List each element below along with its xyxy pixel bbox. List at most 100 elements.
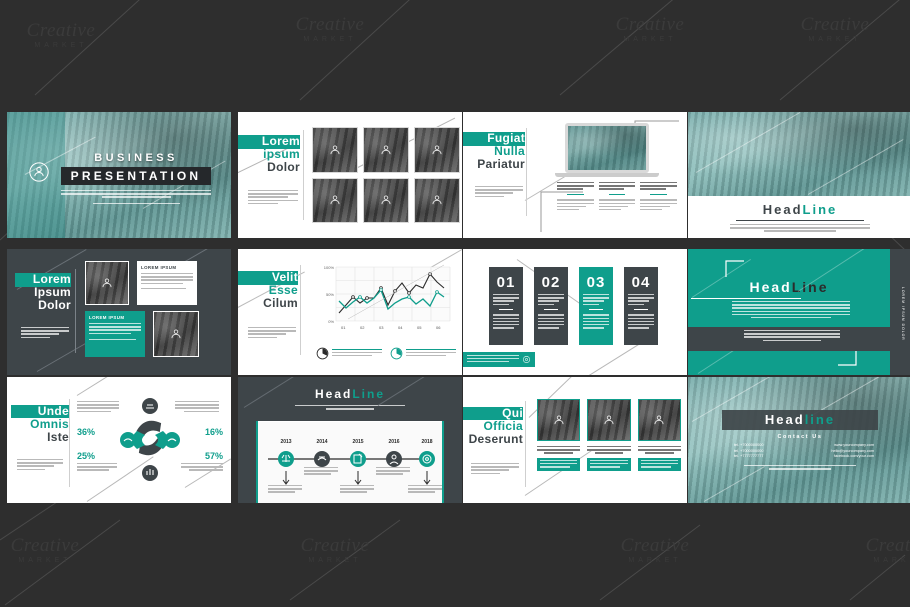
slide-thumbnail-fugiat-nulla-pariatur[interactable]: Fugiat Nulla Pariatur — [463, 112, 687, 238]
card-white[interactable]: LOREM IPSUM — [137, 261, 197, 305]
step-number: 04 — [631, 274, 651, 291]
contact-phone-list: tel. +7000000000 tel. +7000000000 tel. +… — [734, 443, 784, 458]
laptop-caption-columns — [557, 182, 678, 212]
slide-title-line3: Dolor — [267, 160, 300, 174]
grid-photo-cell[interactable] — [312, 127, 358, 173]
slide-thumbnail-dark-lorem-cards[interactable]: Lorem Ipsum Dolor LOREM IPSUM LOREM IPSU… — [7, 249, 231, 375]
stat-value-57: 57% — [204, 451, 223, 461]
slide-thumbnail-lorem-ipsum-dolor-grid[interactable]: Lorem ipsum Dolor — [238, 112, 462, 238]
card-teal[interactable]: LOREM IPSUM — [85, 311, 145, 357]
image-card[interactable] — [587, 399, 631, 472]
right-sidebar — [890, 249, 910, 375]
watermark-bottom-far-right: CreativeMARKET — [865, 535, 910, 564]
headline-caption — [730, 224, 870, 232]
headline-part-a: Head — [749, 279, 792, 295]
contact-link[interactable]: hello@yourcompany.com — [816, 449, 874, 453]
person-icon — [554, 415, 564, 425]
photo-grid — [312, 127, 460, 223]
slide-thumbnail-business-presentation[interactable]: BUSINESS PRESENTATION — [7, 112, 231, 238]
headline: HeadLine — [688, 202, 910, 217]
timeline-caption — [408, 485, 442, 495]
svg-text:02: 02 — [360, 325, 365, 330]
card-photo[interactable] — [85, 261, 129, 305]
grid-photo-cell[interactable] — [414, 177, 460, 223]
step-column-04[interactable]: 04 — [624, 267, 658, 345]
slide-thumbnail-four-numbered-steps[interactable]: 01 02 03 04 — [463, 249, 687, 375]
sidebar-label: LOREM IPSUM DOLOR — [901, 287, 905, 341]
watermark-top-right: Creative MARKET — [615, 14, 685, 43]
contact-link-list: www.yourcompany.com hello@yourcompany.co… — [816, 443, 874, 458]
grid-photo-cell[interactable] — [414, 127, 460, 173]
slide-thumbnail-qui-officia-deserunt[interactable]: Qui Officia Deserunt — [463, 377, 687, 503]
gear-icon — [523, 356, 530, 363]
contact-phone: tel. +7000000000 — [734, 443, 764, 447]
image-card[interactable] — [637, 399, 681, 472]
title-divider — [69, 399, 70, 487]
card-photo[interactable] — [153, 311, 199, 357]
footer-note[interactable] — [463, 352, 535, 367]
step-column-02[interactable]: 02 — [534, 267, 568, 345]
caption-column — [640, 182, 678, 212]
headline: HeadLine — [688, 279, 890, 295]
contact-link[interactable]: facebook.com/your.com — [816, 454, 874, 458]
person-icon — [171, 329, 181, 339]
slide-thumbnail-grid: BUSINESS PRESENTATION Lorem ipsum Dolor — [5, 112, 910, 522]
quote-text — [744, 330, 840, 343]
decor-line — [36, 341, 90, 372]
svg-text:2014: 2014 — [316, 439, 327, 445]
watermark-top-mid: Creative MARKET — [295, 14, 365, 43]
person-icon — [102, 278, 112, 288]
stat-value-36: 36% — [77, 427, 96, 437]
laptop-base — [555, 173, 659, 177]
grid-photo-cell[interactable] — [312, 177, 358, 223]
timeline-edge-right — [442, 421, 444, 503]
decor-line — [76, 377, 146, 396]
slide-body-text — [471, 463, 519, 476]
contact-phone: tel. +7000000000 — [734, 448, 764, 453]
slide-body-text — [248, 190, 298, 206]
stat-value-16: 16% — [204, 427, 223, 437]
title-divider — [303, 130, 304, 220]
card-label: LOREM IPSUM — [89, 315, 125, 320]
svg-text:2013: 2013 — [280, 439, 291, 445]
watermark-bottom-right: Creative MARKET — [620, 535, 690, 564]
slide-thumbnail-teal-headline[interactable]: LOREM IPSUM DOLOR HeadLine — [688, 249, 910, 375]
slide-thumbnail-contact[interactable]: Headline Contact Us tel. +7000000000 tel… — [688, 377, 910, 503]
grid-photo-cell[interactable] — [363, 177, 409, 223]
person-icon — [381, 145, 391, 154]
title-divider — [525, 401, 526, 487]
svg-text:01: 01 — [341, 325, 346, 330]
contact-title: Contact Us — [777, 434, 823, 440]
image-card[interactable] — [537, 399, 581, 472]
contact-link[interactable]: www.yourcompany.com — [816, 443, 874, 447]
slide-thumbnail-velit-esse-cilum-chart[interactable]: Velit Esse Cilum 100% 50% 0% 01 02 03 04… — [238, 249, 462, 375]
headline-subtitle — [295, 405, 405, 410]
step-column-01[interactable]: 01 — [489, 267, 523, 345]
grid-photo-cell[interactable] — [363, 127, 409, 173]
step-column-03[interactable]: 03 — [579, 267, 613, 345]
slide-thumbnail-headline-photo[interactable]: HeadLine — [688, 112, 910, 238]
chart-legend — [316, 347, 456, 360]
person-icon — [654, 415, 664, 425]
svg-text:2016: 2016 — [388, 439, 399, 445]
watermark-top-far-right: Creative MARKET — [800, 14, 870, 43]
caption-column — [557, 182, 594, 212]
slide-body-text — [21, 327, 69, 340]
contact-phone: tel. +7777777777 — [734, 454, 764, 458]
person-icon — [330, 195, 340, 205]
svg-text:50%: 50% — [326, 292, 334, 297]
slide-thumbnail-unde-omnis-iste-infographic[interactable]: Unde Omnis Iste 36% 25% 16% 57% — [7, 377, 231, 503]
headline: HeadLine — [238, 387, 462, 401]
title-divider — [526, 128, 527, 216]
slide-thumbnail-timeline[interactable]: HeadLine 2013 2014 2015 2016 2018 — [238, 377, 462, 503]
headline: Headline — [722, 412, 878, 427]
timeline-caption — [376, 467, 410, 477]
step-number: 02 — [541, 274, 561, 291]
slide-body-text — [248, 327, 296, 340]
card-row — [537, 399, 681, 472]
card-label: LOREM IPSUM — [141, 265, 177, 270]
watermark-top-left: Creative MARKET — [26, 20, 96, 49]
svg-text:03: 03 — [379, 325, 384, 330]
watermark-bottom-left: Creative MARKET — [10, 535, 80, 564]
slide-photo — [688, 377, 910, 503]
